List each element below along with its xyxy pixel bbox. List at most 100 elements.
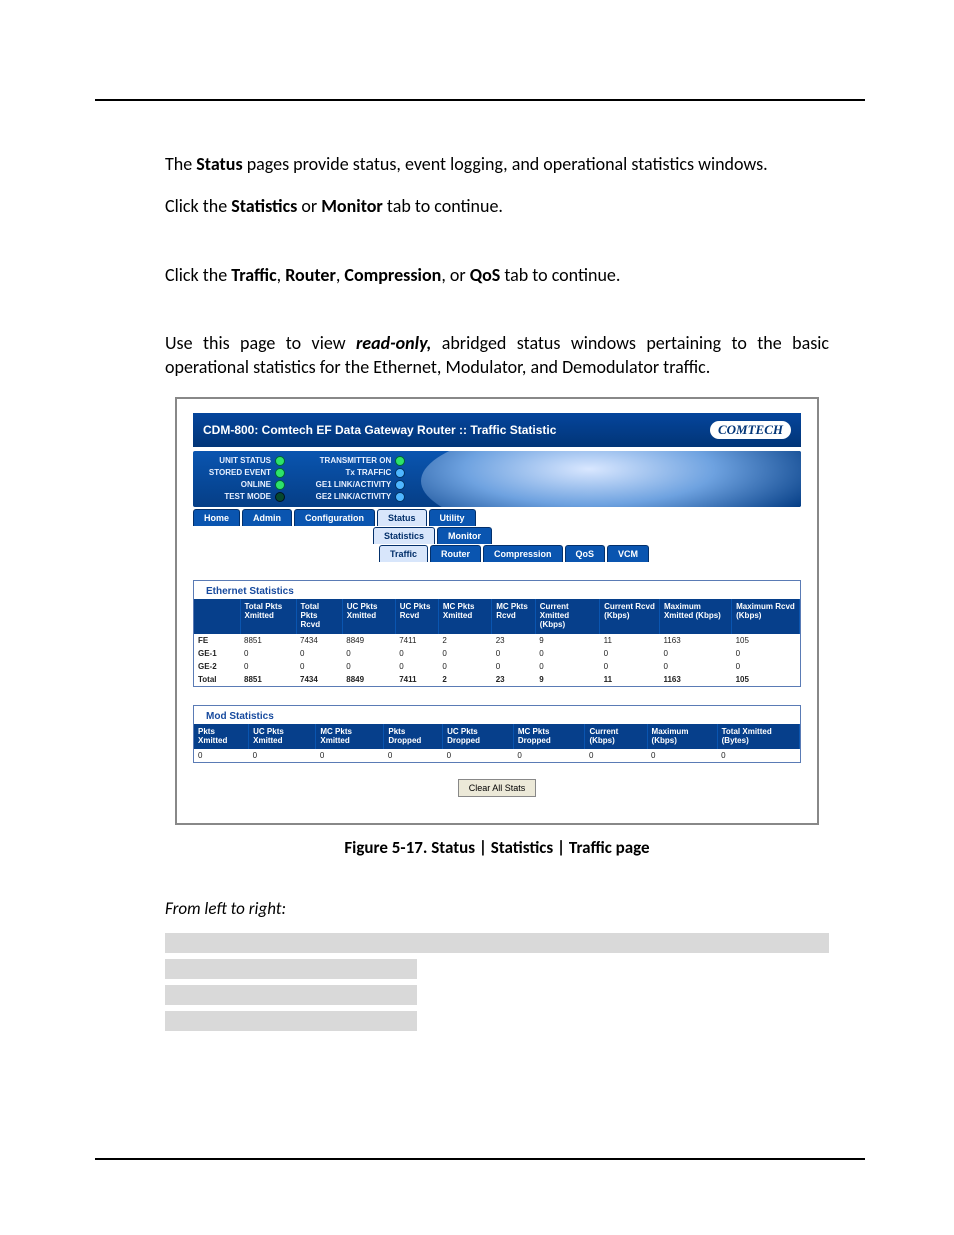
cell: 8849 xyxy=(342,673,395,686)
cell: 0 xyxy=(492,647,536,660)
mod-stats-fieldset: Mod Statistics Pkts Xmitted UC Pkts Xmit… xyxy=(193,705,801,764)
col-header xyxy=(194,599,240,633)
col-header: UC Pkts Xmitted xyxy=(342,599,395,633)
cell: 11 xyxy=(600,673,660,686)
cell: 0 xyxy=(535,660,599,673)
cell: 2 xyxy=(438,634,491,647)
cell: 0 xyxy=(316,749,384,762)
cell: 0 xyxy=(443,749,514,762)
table-row: GE-20000000000 xyxy=(194,660,800,673)
mod-stats-legend: Mod Statistics xyxy=(202,711,278,722)
cell: 0 xyxy=(492,660,536,673)
intro-para-4: Use this page to view read-only, abridge… xyxy=(165,331,829,380)
tab-admin[interactable]: Admin xyxy=(242,509,292,526)
col-header: Total Xmitted (Bytes) xyxy=(717,724,799,750)
cell: Total xyxy=(194,673,240,686)
led-icon xyxy=(395,480,405,490)
tab-status[interactable]: Status xyxy=(377,509,427,526)
text: , xyxy=(277,264,286,286)
ethernet-stats-table: Total Pkts Xmitted Total Pkts Rcvd UC Pk… xyxy=(194,599,800,685)
text-bold: Status xyxy=(196,153,242,175)
cell: GE-2 xyxy=(194,660,240,673)
col-header: Pkts Xmitted xyxy=(194,724,249,750)
led-label: GE2 LINK/ACTIVITY xyxy=(316,492,392,501)
col-header: UC Pkts Rcvd xyxy=(395,599,438,633)
led-icon xyxy=(275,480,285,490)
text: , or xyxy=(441,264,469,286)
cell: 7434 xyxy=(296,673,342,686)
tab-configuration[interactable]: Configuration xyxy=(294,509,375,526)
ethernet-stats-fieldset: Ethernet Statistics Total Pkts Xmitted T… xyxy=(193,580,801,686)
tab-router[interactable]: Router xyxy=(430,545,481,562)
text-bold: Router xyxy=(285,264,336,286)
tab-vcm[interactable]: VCM xyxy=(607,545,649,562)
cell: 0 xyxy=(647,749,717,762)
clear-all-stats-button[interactable]: Clear All Stats xyxy=(458,779,537,797)
cell: 0 xyxy=(600,660,660,673)
brand-logo: COMTECH xyxy=(710,421,791,439)
led-icon xyxy=(395,468,405,478)
tab-row-1: Home Admin Configuration Status Utility xyxy=(193,509,801,526)
cell: 0 xyxy=(384,749,443,762)
tab-statistics[interactable]: Statistics xyxy=(373,527,435,544)
led-label: TRANSMITTER ON xyxy=(320,456,392,465)
text-bold-italic: read-only, xyxy=(356,332,431,354)
col-header: Current (Kbps) xyxy=(585,724,647,750)
tab-monitor[interactable]: Monitor xyxy=(437,527,492,544)
cell: 0 xyxy=(249,749,316,762)
cell: 23 xyxy=(492,673,536,686)
cell: 9 xyxy=(535,673,599,686)
text-bold: Statistics xyxy=(231,195,297,217)
cell: 105 xyxy=(732,634,800,647)
intro-para-1: The Status pages provide status, event l… xyxy=(165,152,829,176)
text-bold: Traffic xyxy=(231,264,276,286)
cell: 2 xyxy=(438,673,491,686)
col-header: MC Pkts Rcvd xyxy=(492,599,536,633)
figure-caption: Figure 5-17. Status | Statistics | Traff… xyxy=(165,837,829,858)
cell: 0 xyxy=(732,660,800,673)
text-bold: Monitor xyxy=(321,195,383,217)
text: pages provide status, event logging, and… xyxy=(243,153,768,175)
table-row: 000000000 xyxy=(194,749,800,762)
led-label: STORED EVENT xyxy=(209,468,271,477)
rule-top xyxy=(95,99,865,101)
mod-stats-table: Pkts Xmitted UC Pkts Xmitted MC Pkts Xmi… xyxy=(194,724,800,763)
col-header: Current Xmitted (Kbps) xyxy=(535,599,599,633)
cell: 11 xyxy=(600,634,660,647)
tab-utility[interactable]: Utility xyxy=(429,509,476,526)
cell: 0 xyxy=(395,660,438,673)
led-icon xyxy=(395,492,405,502)
col-header: MC Pkts Xmitted xyxy=(316,724,384,750)
text: tab to continue. xyxy=(500,264,620,286)
cell: 23 xyxy=(492,634,536,647)
tab-compression[interactable]: Compression xyxy=(483,545,563,562)
cell: 0 xyxy=(194,749,249,762)
tab-qos[interactable]: QoS xyxy=(565,545,606,562)
table-row: FE88517434884974112239111163105 xyxy=(194,634,800,647)
app-titlebar: CDM-800: Comtech EF Data Gateway Router … xyxy=(193,413,801,447)
tab-traffic[interactable]: Traffic xyxy=(379,545,428,562)
text-bold: Compression xyxy=(344,264,441,286)
tab-home[interactable]: Home xyxy=(193,509,240,526)
cell: 0 xyxy=(535,647,599,660)
table-row: GE-10000000000 xyxy=(194,647,800,660)
led-icon xyxy=(275,468,285,478)
cell: 0 xyxy=(296,660,342,673)
led-label: TEST MODE xyxy=(224,492,271,501)
col-header: Maximum Rcvd (Kbps) xyxy=(732,599,800,633)
cell: 0 xyxy=(659,660,731,673)
table-header-row: Pkts Xmitted UC Pkts Xmitted MC Pkts Xmi… xyxy=(194,724,800,750)
cell: 0 xyxy=(395,647,438,660)
app-title: CDM-800: Comtech EF Data Gateway Router … xyxy=(203,423,556,437)
subsection-label: From left to right: xyxy=(165,898,829,919)
cell: 0 xyxy=(342,647,395,660)
col-header: UC Pkts Xmitted xyxy=(249,724,316,750)
col-header: Pkts Dropped xyxy=(384,724,443,750)
led-label: GE1 LINK/ACTIVITY xyxy=(316,480,392,489)
cell: FE xyxy=(194,634,240,647)
text-bold: QoS xyxy=(470,264,501,286)
text: Click the xyxy=(165,195,231,217)
text: The xyxy=(165,153,196,175)
led-icon xyxy=(275,456,285,466)
cell: 0 xyxy=(342,660,395,673)
